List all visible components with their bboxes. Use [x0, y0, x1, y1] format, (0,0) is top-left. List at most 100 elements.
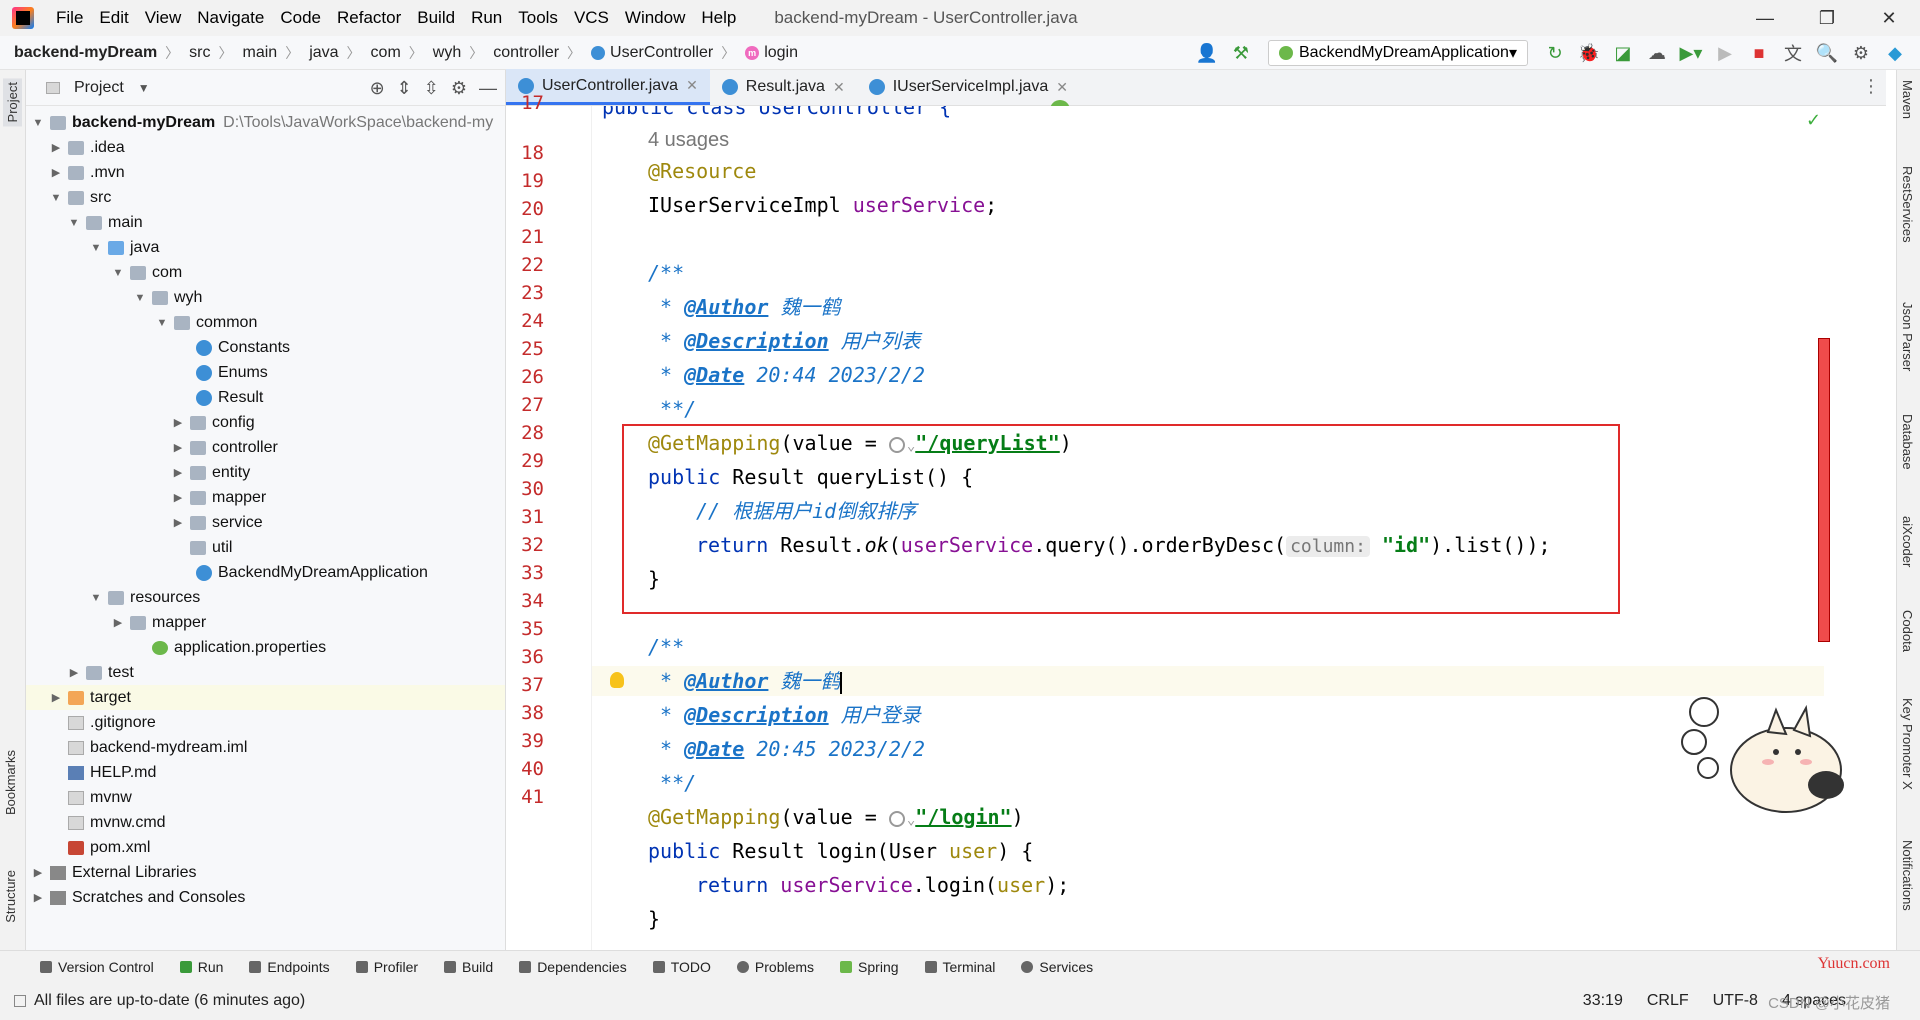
- menu-vcs[interactable]: VCS: [566, 8, 617, 28]
- menu-window[interactable]: Window: [617, 8, 693, 28]
- bookmarks-tool-tab[interactable]: Bookmarks: [3, 750, 18, 815]
- profiler-tool[interactable]: Profiler: [355, 959, 418, 975]
- breadcrumb-src[interactable]: src: [179, 44, 210, 62]
- chevron-down-icon[interactable]: ▼: [88, 592, 104, 604]
- endpoints-tool[interactable]: Endpoints: [249, 959, 330, 975]
- expand-all-icon[interactable]: ⇕: [397, 78, 412, 99]
- tree-item[interactable]: mvnw.cmd: [26, 810, 505, 835]
- tree-item[interactable]: ▶ External Libraries: [26, 860, 505, 885]
- tree-item[interactable]: ▶ controller: [26, 435, 505, 460]
- tree-item[interactable]: ▼ main: [26, 210, 505, 235]
- status-message[interactable]: All files are up-to-date (6 minutes ago): [14, 992, 305, 1010]
- chevron-right-icon[interactable]: ▶: [170, 491, 186, 504]
- breadcrumb-java[interactable]: java: [299, 44, 338, 62]
- menu-navigate[interactable]: Navigate: [189, 8, 272, 28]
- aixcoder-tool-tab[interactable]: aiXcoder: [1900, 516, 1915, 567]
- search-icon[interactable]: 🔍: [1812, 39, 1842, 67]
- translate-icon[interactable]: 文: [1778, 39, 1808, 67]
- caret-position[interactable]: 33:19: [1583, 992, 1623, 1010]
- gear-icon[interactable]: ⚙: [451, 78, 467, 99]
- tree-item[interactable]: ▶ service: [26, 510, 505, 535]
- chevron-down-icon[interactable]: ⌄: [907, 812, 915, 828]
- tree-item[interactable]: ▼ com: [26, 260, 505, 285]
- close-icon[interactable]: ✕: [1056, 79, 1068, 96]
- menu-code[interactable]: Code: [272, 8, 329, 28]
- codota-tool-tab[interactable]: Codota: [1900, 610, 1915, 652]
- tree-item[interactable]: ▼ wyh: [26, 285, 505, 310]
- chevron-down-icon[interactable]: ▼: [66, 217, 82, 229]
- tree-item[interactable]: ▶ mapper: [26, 610, 505, 635]
- tree-item[interactable]: application.properties: [26, 635, 505, 660]
- restore-icon[interactable]: ❐: [1796, 0, 1858, 36]
- hammer-icon[interactable]: ⚒: [1226, 39, 1256, 67]
- terminal-tool[interactable]: Terminal: [924, 959, 995, 975]
- code-minimap[interactable]: ✓: [1806, 106, 1896, 950]
- tree-item[interactable]: ▶ mapper: [26, 485, 505, 510]
- run-config-select[interactable]: BackendMyDreamApplication ▾: [1268, 40, 1528, 66]
- gear-icon[interactable]: ⚙: [1846, 39, 1876, 67]
- stop-icon[interactable]: ■: [1744, 39, 1774, 67]
- tree-item[interactable]: backend-mydream.iml: [26, 735, 505, 760]
- minimize-icon[interactable]: —: [1734, 0, 1796, 36]
- database-tool-tab[interactable]: Database: [1900, 414, 1915, 470]
- chevron-right-icon[interactable]: ▶: [110, 616, 126, 629]
- menu-file[interactable]: File: [48, 8, 91, 28]
- tree-item[interactable]: HELP.md: [26, 760, 505, 785]
- tree-item[interactable]: ▶ Scratches and Consoles: [26, 885, 505, 910]
- tree-item[interactable]: ▶ .idea: [26, 135, 505, 160]
- url-string[interactable]: "/login": [915, 805, 1011, 829]
- chevron-down-icon[interactable]: ▼: [138, 81, 150, 95]
- chevron-right-icon[interactable]: ▶: [66, 666, 82, 679]
- structure-tool-tab[interactable]: Structure: [3, 870, 18, 923]
- tree-item[interactable]: ▼ src: [26, 185, 505, 210]
- project-panel-title[interactable]: Project: [74, 79, 124, 97]
- close-icon[interactable]: ✕: [1858, 0, 1920, 36]
- usages-hint[interactable]: 4 usages: [648, 129, 729, 151]
- problems-tool[interactable]: Problems: [736, 959, 814, 975]
- chevron-right-icon[interactable]: ▶: [30, 891, 46, 904]
- spring-tool[interactable]: Spring: [840, 959, 899, 975]
- more-run-icon[interactable]: ▶▾: [1676, 39, 1706, 67]
- todo-tool[interactable]: TODO: [652, 959, 711, 975]
- breadcrumb-project[interactable]: backend-myDream: [0, 44, 157, 62]
- tree-item[interactable]: ▼ resources: [26, 585, 505, 610]
- tree-item[interactable]: BackendMyDreamApplication: [26, 560, 505, 585]
- tree-item[interactable]: ▶ config: [26, 410, 505, 435]
- chevron-down-icon[interactable]: ▼: [110, 267, 126, 279]
- build-tool[interactable]: Build: [444, 959, 493, 975]
- run-icon[interactable]: ▶: [1710, 39, 1740, 67]
- web-globe-icon[interactable]: [888, 810, 905, 827]
- services-tool[interactable]: Services: [1021, 959, 1093, 975]
- breadcrumb-usercontroller[interactable]: UserController: [581, 44, 713, 62]
- run-tool[interactable]: Run: [179, 959, 223, 975]
- menu-build[interactable]: Build: [409, 8, 463, 28]
- close-icon[interactable]: ✕: [833, 79, 845, 96]
- chevron-right-icon[interactable]: ▶: [170, 466, 186, 479]
- chevron-right-icon[interactable]: ▶: [170, 441, 186, 454]
- plugin-icon[interactable]: ◆: [1880, 39, 1910, 67]
- chevron-down-icon[interactable]: ▼: [154, 317, 170, 329]
- tree-item[interactable]: ▶ test: [26, 660, 505, 685]
- chevron-right-icon[interactable]: ▶: [170, 416, 186, 429]
- dependencies-tool[interactable]: Dependencies: [519, 959, 627, 975]
- chevron-down-icon[interactable]: ▼: [132, 292, 148, 304]
- tree-item[interactable]: mvnw: [26, 785, 505, 810]
- keypromoter-tool-tab[interactable]: Key Promoter X: [1900, 698, 1915, 790]
- tree-item[interactable]: util: [26, 535, 505, 560]
- more-tabs-icon[interactable]: ⋮: [1862, 76, 1880, 97]
- coverage-icon[interactable]: ◪: [1608, 39, 1638, 67]
- tree-item[interactable]: ▶ .mvn: [26, 160, 505, 185]
- line-separator[interactable]: CRLF: [1647, 992, 1689, 1010]
- breadcrumb-wyh[interactable]: wyh: [423, 44, 461, 62]
- profiler-icon[interactable]: ☁: [1642, 39, 1672, 67]
- chevron-down-icon[interactable]: ▼: [48, 192, 64, 204]
- hide-icon[interactable]: —: [479, 78, 497, 99]
- breadcrumb-main[interactable]: main: [233, 44, 278, 62]
- tree-item[interactable]: ▼ backend-myDream D:\Tools\JavaWorkSpace\b…: [26, 110, 505, 135]
- file-encoding[interactable]: UTF-8: [1713, 992, 1758, 1010]
- chevron-down-icon[interactable]: ▼: [30, 117, 46, 129]
- tree-item[interactable]: ▼ java: [26, 235, 505, 260]
- menu-help[interactable]: Help: [693, 8, 744, 28]
- tree-item[interactable]: ▼ common: [26, 310, 505, 335]
- notifications-tool-tab[interactable]: Notifications: [1900, 840, 1915, 911]
